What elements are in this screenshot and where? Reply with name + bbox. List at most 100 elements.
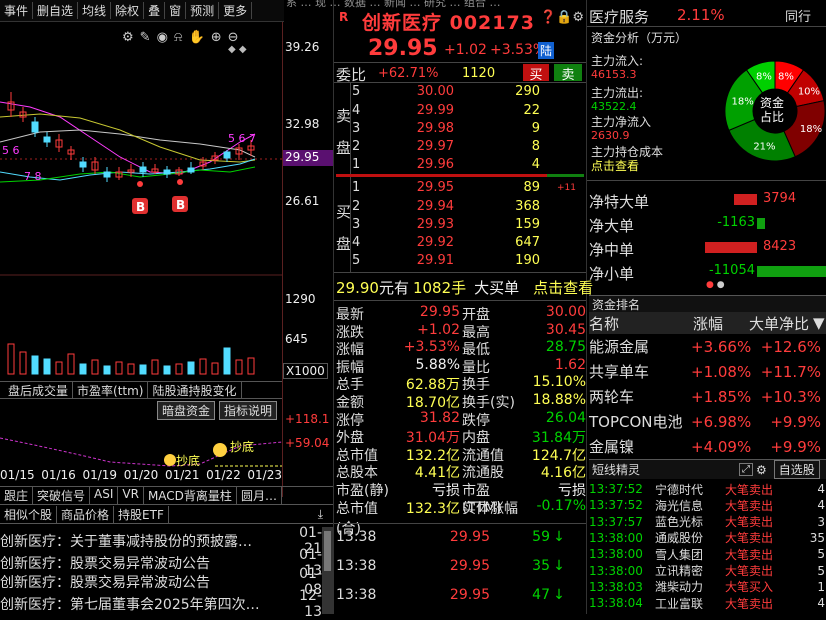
tab-pe-ttm[interactable]: 市盈率(ttm) [73, 382, 149, 398]
flow-bar [733, 194, 757, 205]
price-axis-label: 26.61 [285, 194, 320, 208]
tab-indicator[interactable]: VR [118, 487, 144, 504]
ask-row[interactable]: 5 30.00 290 [352, 82, 584, 101]
quote-row: 总股本 4.41亿 流通股 4.16亿 [336, 462, 586, 481]
volume-bar [67, 353, 75, 375]
bid-row[interactable]: 2 29.94 368 [352, 197, 584, 216]
download-icon[interactable]: ⤓ [314, 507, 333, 522]
shortline-row[interactable]: 13:38:04 工业富联 大笔卖出 4 [589, 595, 826, 611]
shortline-row[interactable]: 13:37:52 海光信息 大笔卖出 4 [589, 497, 826, 513]
settings-icon[interactable]: ⚙ [756, 463, 767, 477]
shortline-row[interactable]: 13:38:00 雪人集团 大笔卖出 5 [589, 546, 826, 562]
news-item[interactable]: 创新医疗：关于董事减持股份的预披露… 01-21 [0, 525, 322, 557]
flow-value: 8423 [763, 239, 797, 254]
rank-row[interactable]: 两轮车 +1.85% +10.3% [589, 384, 826, 409]
shortline-row[interactable]: 13:37:57 蓝色光标 大笔卖出 3 [589, 514, 826, 530]
tick-time: 13:38 [336, 529, 377, 545]
sort-down-icon[interactable]: ▼ [813, 314, 825, 332]
side-char: 盘 [336, 235, 352, 253]
help-icon[interactable]: ❓ [540, 10, 556, 25]
tab-indicator[interactable]: MACD背离量柱 [144, 487, 237, 504]
capital-cost-link[interactable]: 点击查看 [591, 157, 639, 174]
capital-title: 资金分析（万元） [591, 31, 688, 45]
bid-row[interactable]: 5 29.91 190 [352, 251, 584, 270]
toolbar-item[interactable]: 事件 [0, 2, 34, 19]
toolbar-item[interactable]: 叠 [144, 2, 166, 19]
bid-vol: 368 [515, 199, 540, 214]
tab-after-hours[interactable]: 盘后成交量 [0, 382, 74, 398]
tab-indicator[interactable]: 跟庄 [0, 487, 34, 504]
toolbar-item[interactable]: 更多 [219, 2, 253, 19]
rank-row[interactable]: TOPCON电池 +6.98% +9.9% [589, 409, 826, 434]
news-item[interactable]: 创新医疗：股票交易异常波动公告 01-08 [0, 566, 322, 598]
rank-row[interactable]: 金属镍 +4.09% +9.9% [589, 434, 826, 459]
buy-button[interactable]: 买 [523, 64, 549, 83]
tab-indicator[interactable]: 突破信号 [33, 487, 91, 504]
kline-chart[interactable]: B B [0, 22, 333, 382]
toolbar-item[interactable]: 预测 [186, 2, 220, 19]
dark-pool-button[interactable]: 暗盘资金 [157, 401, 216, 420]
rank-name: 能源金属 [589, 338, 650, 356]
pie-slice-label: 8% [778, 72, 794, 83]
rank-header-ratio[interactable]: 大单净比 [749, 313, 813, 334]
sector-name[interactable]: 医疗服务 [589, 6, 677, 27]
price-axis-label: 39.26 [285, 40, 320, 54]
ask-row[interactable]: 2 29.97 8 [352, 137, 584, 156]
hk-connect-badge: 陆 [538, 42, 555, 59]
expand-icon[interactable]: ⤢ [739, 463, 753, 476]
side-char: 盘 [336, 139, 352, 157]
sector-tail[interactable]: 同行 [785, 6, 811, 27]
shortline-time: 13:38:04 [589, 596, 643, 611]
news-title: 创新医疗：第七届董事会2025年第四次… [0, 596, 260, 613]
pie-center-line: 资金 [760, 96, 785, 110]
ask-row[interactable]: 1 29.96 4 [352, 155, 584, 174]
page-dots[interactable]: ● ● [706, 280, 725, 290]
rank-row[interactable]: 共享单车 +1.08% +11.7% [589, 359, 826, 384]
lower-panel-buttons: 暗盘资金 指标说明 [157, 401, 278, 420]
shortline-event: 大笔卖出 [725, 596, 774, 611]
toolbar-item[interactable]: 除权 [111, 2, 145, 19]
shortline-row[interactable]: 13:38:00 立讯精密 大笔卖出 5 [589, 563, 826, 579]
tab-hk-holding[interactable]: 陆股通持股变化 [148, 382, 242, 398]
news-item[interactable]: 创新医疗：第七届董事会2025年第四次… 12-13 [0, 588, 322, 620]
sell-button[interactable]: 卖 [554, 64, 582, 83]
tab-etf[interactable]: 持股ETF [114, 505, 169, 523]
volume-bar [175, 363, 183, 375]
rank-header-name[interactable]: 名称 [589, 313, 693, 334]
news-scrollbar[interactable] [322, 527, 333, 614]
big-buy-unit: 元有 [378, 279, 409, 297]
indicator-help-button[interactable]: 指标说明 [219, 401, 278, 420]
ask-vol: 8 [531, 139, 540, 154]
quote-key: 最高 [462, 324, 490, 341]
lock-icon[interactable]: 🔒 [556, 10, 572, 25]
toolbar-item[interactable]: 均线 [78, 2, 112, 19]
shortline-row[interactable]: 13:38:03 潍柴动力 大笔买入 1 [589, 579, 826, 595]
shortline-stock: 立讯精密 [655, 564, 704, 578]
tab-indicator[interactable]: 圆月… [237, 487, 282, 504]
settings-icon[interactable]: ⚙ [572, 10, 584, 25]
toolbar-item[interactable]: 删自选 [33, 2, 79, 19]
quote-value: 亏损 [432, 483, 460, 499]
buy-signal-label: B [136, 200, 145, 214]
tab-similar[interactable]: 相似个股 [0, 505, 58, 523]
ask-row[interactable]: 3 29.98 9 [352, 119, 584, 138]
tab-indicator[interactable]: ASI [90, 487, 119, 504]
volume-bar [223, 347, 231, 375]
self-stock-toggle[interactable]: 自选股 [773, 460, 820, 479]
shortline-row[interactable]: 13:37:52 宁德时代 大笔卖出 4 [589, 481, 826, 497]
flow-value: -11054 [708, 263, 755, 278]
candle [187, 167, 195, 173]
bid-row[interactable]: 3 29.93 159 [352, 215, 584, 234]
tab-commodity[interactable]: 商品价格 [57, 505, 115, 523]
big-buy-link[interactable]: 点击查看 [533, 277, 593, 298]
ask-level: 3 [352, 121, 361, 136]
rank-header-pct[interactable]: 涨幅 [693, 313, 749, 334]
toolbar-item[interactable]: 窗 [165, 2, 187, 19]
rank-row[interactable]: 能源金属 +3.66% +12.6% [589, 334, 826, 359]
bid-row[interactable]: 4 29.92 647 [352, 233, 584, 252]
capital-net-label: 主力净流入 [591, 115, 652, 129]
shortline-row[interactable]: 13:38:00 通威股份 大笔卖出 35 [589, 530, 826, 546]
ask-row[interactable]: 4 29.99 22 [352, 101, 584, 120]
candle [163, 169, 171, 175]
bid-row[interactable]: 1 29.95 89 +11 [352, 178, 584, 197]
